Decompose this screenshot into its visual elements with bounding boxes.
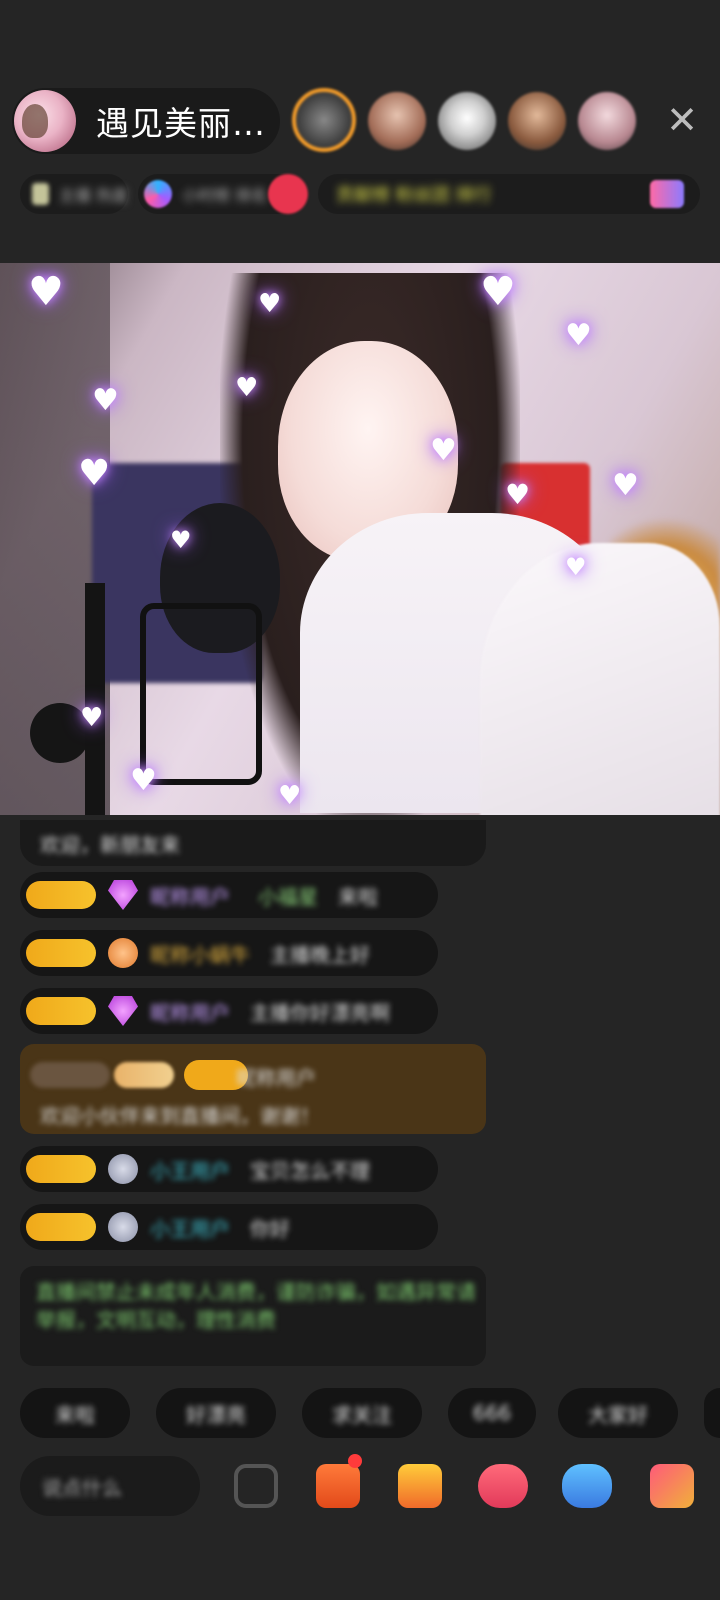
fan-club-icon[interactable] <box>650 180 684 208</box>
rank-icon <box>144 180 172 208</box>
chat-text: 欢迎小伙伴来到直播间，谢谢！ <box>40 1104 320 1128</box>
heart-effect: ♥ <box>92 383 119 418</box>
viewer-avatar[interactable] <box>578 92 636 150</box>
chat-message[interactable]: 小王用户 宝贝怎么不理 <box>20 1146 438 1192</box>
chat-top-line: 欢迎，新朋友来 <box>20 820 486 866</box>
heart-effect: ♥ <box>80 703 104 733</box>
quick-reply-chip[interactable]: 来啦 <box>20 1388 130 1438</box>
heart-effect: ♥ <box>430 433 457 468</box>
diamond-icon <box>108 996 138 1026</box>
rank-text: 小时榜 排名 <box>182 186 268 205</box>
chat-user-level: 小福星 <box>258 884 318 909</box>
chat-text: 主播你好漂亮啊 <box>250 1000 390 1025</box>
chat-username[interactable]: 小王用户 <box>150 1213 230 1242</box>
chat-text: 来啦 <box>338 884 378 909</box>
fan-badge-icon <box>108 938 138 968</box>
viewer-avatar[interactable] <box>508 92 566 150</box>
heart-effect: ♥ <box>78 453 111 494</box>
live-video[interactable]: ♥ ♥ ♥ ♥ ♥ ♥ ♥ ♥ ♥ ♥ ♥ ♥ ♥ ♥ ♥ <box>0 263 720 815</box>
chat-username[interactable]: 昵称用户 <box>150 997 230 1026</box>
chat-username[interactable]: 昵称用户 <box>236 1062 316 1091</box>
heart-effect: ♥ <box>505 478 531 511</box>
rank-chip[interactable]: 小时榜 排名 <box>138 174 308 214</box>
close-icon[interactable]: ✕ <box>664 101 700 139</box>
level-badge <box>26 1155 96 1183</box>
diamond-icon <box>108 880 138 910</box>
notification-dot <box>348 1454 362 1468</box>
host-info-pill[interactable]: 遇见美丽… <box>12 88 280 154</box>
chat-highlight-message[interactable]: 昵称用户 欢迎小伙伴来到直播间，谢谢！ <box>20 1044 486 1134</box>
comment-input[interactable]: 说点什么 <box>20 1456 200 1516</box>
chat-text: 宝贝怎么不理 <box>250 1158 370 1183</box>
more-apps-icon[interactable] <box>650 1464 694 1508</box>
contribution-chip[interactable]: 贡献榜 粉丝团 排行 <box>318 174 700 214</box>
chat-username[interactable]: 昵称用户 <box>150 881 230 910</box>
emoji-icon[interactable] <box>234 1464 278 1508</box>
chat-bubble-icon[interactable] <box>562 1464 612 1508</box>
chat-message[interactable]: 昵称用户 主播你好漂亮啊 <box>20 988 438 1034</box>
viewer-avatar[interactable] <box>292 88 356 152</box>
level-badge <box>26 881 96 909</box>
red-packet-icon[interactable] <box>398 1464 442 1508</box>
chat-message[interactable]: 昵称用户 小福星 来啦 <box>20 872 438 918</box>
quick-reply-chip[interactable]: 大家好 <box>558 1388 678 1438</box>
host-avatar[interactable] <box>14 90 76 152</box>
heat-text: 主播 热度 <box>58 186 128 205</box>
heart-effect: ♥ <box>565 318 592 353</box>
game-icon[interactable] <box>478 1464 528 1508</box>
top-viewers-list[interactable] <box>292 86 636 158</box>
heart-effect: ♥ <box>480 269 516 315</box>
chat-text: 你好 <box>250 1216 290 1241</box>
heart-effect: ♥ <box>278 781 302 811</box>
rank-tag <box>30 1062 110 1088</box>
viewer-avatar[interactable] <box>438 92 496 150</box>
gift-box-icon[interactable] <box>316 1454 362 1508</box>
viewer-avatar[interactable] <box>368 92 426 150</box>
contribution-text: 贡献榜 粉丝团 排行 <box>336 185 492 206</box>
host-heat-chip[interactable]: 主播 热度 <box>20 174 128 214</box>
heart-effect: ♥ <box>28 269 64 315</box>
level-badge <box>26 997 96 1025</box>
level-badge <box>26 939 96 967</box>
heart-effect: ♥ <box>170 526 192 554</box>
chat-text: 主播晚上好 <box>270 942 370 967</box>
system-notice: 直播间禁止未成年人消费，谨防诈骗，如遇异常请举报，文明互动，理性消费 <box>20 1266 486 1366</box>
notice-text: 直播间禁止未成年人消费，谨防诈骗，如遇异常请举报，文明互动，理性消费 <box>36 1280 476 1332</box>
heart-effect: ♥ <box>130 763 157 798</box>
level-badge <box>26 1213 96 1241</box>
heart-effect: ♥ <box>235 373 259 403</box>
chat-message[interactable]: 小王用户 你好 <box>20 1204 438 1250</box>
chat-message[interactable]: 昵称小蜗牛 主播晚上好 <box>20 930 438 976</box>
host-name: 遇见美丽… <box>96 104 266 143</box>
gift-icon[interactable] <box>268 174 308 214</box>
user-avatar-icon <box>108 1154 138 1184</box>
quick-reply-chip[interactable]: 好漂亮 <box>156 1388 276 1438</box>
user-avatar-icon <box>108 1212 138 1242</box>
quick-reply-chip[interactable]: 666 <box>448 1388 536 1438</box>
quick-reply-chip[interactable] <box>704 1388 720 1438</box>
heart-effect: ♥ <box>565 553 587 581</box>
heart-effect: ♥ <box>258 289 282 319</box>
chat-username[interactable]: 小王用户 <box>150 1155 230 1184</box>
quick-reply-chip[interactable]: 求关注 <box>302 1388 422 1438</box>
heat-icon <box>32 183 49 205</box>
vip-tag <box>114 1062 174 1088</box>
chat-username[interactable]: 昵称小蜗牛 <box>150 939 250 968</box>
heart-effect: ♥ <box>612 468 639 503</box>
